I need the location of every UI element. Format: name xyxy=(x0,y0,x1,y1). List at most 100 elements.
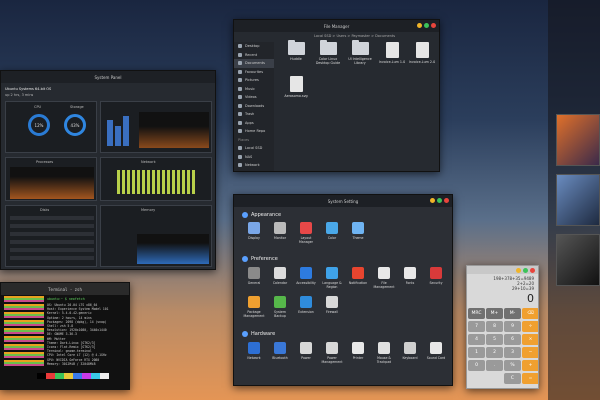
sidebar-item-pictures[interactable]: Pictures xyxy=(234,76,274,85)
workspace-thumbnail-2[interactable] xyxy=(556,174,600,226)
path-breadcrumb[interactable]: Local SSD > Users > Paymaster > Document… xyxy=(314,34,395,38)
close-icon[interactable] xyxy=(530,267,535,273)
star-icon xyxy=(238,69,242,74)
sidebar-item-home-repo[interactable]: Home Repo xyxy=(234,127,274,136)
calc-button[interactable]: × xyxy=(522,334,538,345)
settings-item-accessibility[interactable]: Accessibility xyxy=(294,267,318,285)
picture-icon xyxy=(238,78,242,83)
calc-button[interactable]: ⌫ xyxy=(522,308,538,319)
calculator-titlebar[interactable] xyxy=(467,266,538,274)
sidebar-item-trash[interactable]: Trash xyxy=(234,110,274,119)
settings-item-label: File Management xyxy=(373,281,395,289)
calc-button[interactable]: 3 xyxy=(504,347,521,358)
workspace-thumbnail-3[interactable] xyxy=(556,234,600,286)
calc-button[interactable]: % xyxy=(504,360,521,371)
settings-item-display[interactable]: Display xyxy=(242,222,266,240)
close-icon[interactable] xyxy=(444,198,449,203)
terminal-titlebar[interactable]: Terminal - zsh xyxy=(1,283,129,295)
file-manager-titlebar[interactable]: File Manager xyxy=(234,20,439,32)
file-item[interactable]: Aerosomo.svg xyxy=(282,76,310,98)
sidebar-item-music[interactable]: Music xyxy=(234,85,274,94)
settings-item-file-management[interactable]: File Management xyxy=(372,267,396,289)
settings-item-power-management[interactable]: Power Management xyxy=(320,342,344,364)
sidebar-item-favourites[interactable]: Favourites xyxy=(234,68,274,77)
minimize-icon[interactable] xyxy=(417,23,422,28)
settings-item-extension[interactable]: Extension xyxy=(294,296,318,314)
power-icon xyxy=(300,342,312,354)
minimize-icon[interactable] xyxy=(516,267,521,273)
folder-item[interactable]: UI Intelligence Library xyxy=(346,40,374,65)
maximize-icon[interactable] xyxy=(424,23,429,28)
settings-item-mouse-trackpad[interactable]: Mouse & Trackpad xyxy=(372,342,396,364)
maximize-icon[interactable] xyxy=(523,267,528,273)
calc-button[interactable]: 2 xyxy=(486,347,503,358)
calc-button[interactable]: + xyxy=(522,360,538,371)
calc-button[interactable]: 7 xyxy=(468,321,485,332)
cpu-label: CPU xyxy=(34,105,42,109)
sidebar-item-nas[interactable]: NAS xyxy=(234,153,274,162)
minimize-icon[interactable] xyxy=(430,198,435,203)
settings-item-network[interactable]: Network xyxy=(242,342,266,360)
settings-item-package-management[interactable]: Package Management xyxy=(242,296,266,318)
calc-button[interactable]: M+ xyxy=(486,308,503,319)
system-setting-window[interactable]: System Setting Appearance Preference Har… xyxy=(233,194,453,386)
close-icon[interactable] xyxy=(431,23,436,28)
file-item[interactable]: Invoice-Lum 2.0 xyxy=(408,42,436,64)
settings-item-bluetooth[interactable]: Bluetooth xyxy=(268,342,292,360)
calc-button[interactable]: 5 xyxy=(486,334,503,345)
sidebar-item-local-ssd[interactable]: Local SSD xyxy=(234,144,274,153)
sidebar-item-recent[interactable]: Recent xyxy=(234,51,274,60)
uptime-text: up 2 hrs, 3 mins xyxy=(5,93,34,97)
calc-button[interactable]: C xyxy=(504,373,521,384)
sidebar-item-videos[interactable]: Videos xyxy=(234,93,274,102)
sidebar-item-apps[interactable]: Apps xyxy=(234,119,274,128)
calc-button[interactable]: − xyxy=(522,347,538,358)
settings-item-printer[interactable]: Printer xyxy=(346,342,370,360)
calc-button[interactable]: ÷ xyxy=(522,321,538,332)
file-item[interactable]: Invoice-Lum 1.0 xyxy=(378,42,406,64)
system-setting-titlebar[interactable]: System Setting xyxy=(234,195,452,207)
sidebar-item-network[interactable]: Network xyxy=(234,161,274,170)
settings-item-notification[interactable]: Notification xyxy=(346,267,370,285)
calculator-window[interactable]: 198+378+35=9489 2+2=20 29+10=39 0 MRC M+ M- ⌫… xyxy=(466,265,539,389)
file-manager-window[interactable]: File Manager Local SSD > Users > Paymast… xyxy=(233,19,440,172)
sidebar-item-documents[interactable]: Documents xyxy=(234,59,274,68)
folder-item[interactable]: Huddle xyxy=(282,40,310,61)
settings-item-security[interactable]: Security xyxy=(424,267,448,285)
calc-button[interactable]: 0 xyxy=(468,360,485,371)
settings-item-sound-card[interactable]: Sound Card xyxy=(424,342,448,360)
settings-item-firewall[interactable]: Firewall xyxy=(320,296,344,314)
calc-button[interactable]: M- xyxy=(504,308,521,319)
places-heading: Places xyxy=(238,137,250,142)
calc-button[interactable]: 4 xyxy=(468,334,485,345)
sidebar-item-downloads[interactable]: Downloads xyxy=(234,102,274,111)
settings-item-color[interactable]: Color xyxy=(320,222,344,240)
settings-item-system-backup[interactable]: System Backup xyxy=(268,296,292,318)
calc-button[interactable]: 9 xyxy=(504,321,521,332)
settings-item-language-region[interactable]: Language & Region xyxy=(320,267,344,289)
settings-item-theme[interactable]: Theme xyxy=(346,222,370,240)
settings-item-monitor[interactable]: Monitor xyxy=(268,222,292,240)
maximize-icon[interactable] xyxy=(437,198,442,203)
settings-item-fonts[interactable]: Fonts xyxy=(398,267,422,285)
settings-item-general[interactable]: General xyxy=(242,267,266,285)
calc-button[interactable]: . xyxy=(486,360,503,371)
system-panel-titlebar[interactable]: System Panel xyxy=(1,71,215,83)
settings-item-power[interactable]: Power xyxy=(294,342,318,360)
folder-item[interactable]: Color Linux Desktop Guide xyxy=(314,40,342,65)
settings-item-layout-manager[interactable]: Layout Manager xyxy=(294,222,318,244)
calc-button[interactable]: 1 xyxy=(468,347,485,358)
settings-item-calendar[interactable]: Calendar xyxy=(268,267,292,285)
calc-button[interactable]: = xyxy=(522,373,538,384)
workspace-thumbnail-1[interactable] xyxy=(556,114,600,166)
system-panel-window[interactable]: System Panel Ubuntu Systems 64-bit OS up… xyxy=(0,70,216,270)
security-icon xyxy=(430,267,442,279)
calc-button[interactable]: 8 xyxy=(486,321,503,332)
calc-button[interactable]: MRC xyxy=(468,308,485,319)
color-icon xyxy=(326,222,338,234)
settings-item-keyboard[interactable]: Keyboard xyxy=(398,342,422,360)
terminal-window[interactable]: Terminal - zsh ubuntu:~ $ neofetch OS: U… xyxy=(0,282,130,390)
storage-label: Storage xyxy=(70,105,84,109)
calc-button[interactable]: 6 xyxy=(504,334,521,345)
sidebar-item-desktop[interactable]: Desktop xyxy=(234,42,274,51)
